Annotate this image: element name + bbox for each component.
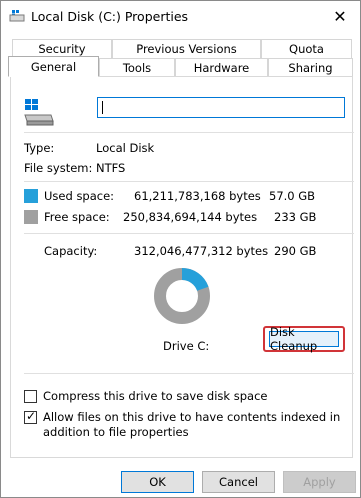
tab-sharing[interactable]: Sharing bbox=[268, 58, 353, 77]
divider bbox=[24, 132, 354, 133]
capacity-label: Capacity: bbox=[44, 244, 98, 258]
type-value: Local Disk bbox=[96, 141, 155, 155]
tab-general[interactable]: General bbox=[8, 56, 99, 77]
drive-large-icon bbox=[23, 97, 55, 130]
apply-button[interactable]: Apply bbox=[283, 471, 356, 493]
ok-button[interactable]: OK bbox=[121, 471, 194, 493]
tab-hardware[interactable]: Hardware bbox=[175, 58, 268, 77]
used-space-label: Used space: bbox=[44, 189, 115, 203]
cancel-button[interactable]: Cancel bbox=[202, 471, 275, 493]
drive-icon bbox=[9, 8, 25, 24]
usage-donut-chart bbox=[154, 268, 210, 324]
window-title: Local Disk (C:) Properties bbox=[31, 9, 189, 24]
index-label: Allow files on this drive to have conten… bbox=[43, 410, 341, 439]
capacity-gb: 290 GB bbox=[274, 244, 317, 258]
text-caret bbox=[102, 101, 103, 114]
used-space-gb: 57.0 GB bbox=[269, 189, 316, 203]
close-button[interactable]: ✕ bbox=[320, 1, 360, 31]
type-label: Type: bbox=[24, 141, 55, 155]
index-checkbox[interactable]: ✓ bbox=[24, 409, 37, 424]
checkmark-icon: ✓ bbox=[26, 409, 37, 423]
compress-checkbox[interactable] bbox=[24, 390, 37, 403]
properties-window: Local Disk (C:) Properties ✕ Security Pr… bbox=[0, 0, 361, 498]
file-system-value: NTFS bbox=[96, 161, 126, 175]
capacity-bytes: 312,046,477,312 bytes bbox=[134, 244, 269, 258]
divider bbox=[24, 373, 354, 374]
tab-quota[interactable]: Quota bbox=[261, 39, 352, 58]
used-space-swatch bbox=[24, 189, 38, 203]
tab-previous-versions[interactable]: Previous Versions bbox=[112, 39, 261, 58]
title-bar: Local Disk (C:) Properties ✕ bbox=[1, 1, 360, 31]
free-space-swatch bbox=[24, 210, 38, 224]
close-icon: ✕ bbox=[333, 6, 347, 26]
divider bbox=[24, 181, 354, 182]
disk-cleanup-button[interactable]: Disk Cleanup bbox=[269, 325, 339, 353]
disk-cleanup-highlight: Disk Cleanup bbox=[263, 325, 345, 353]
compress-label: Compress this drive to save disk space bbox=[43, 389, 268, 403]
free-space-gb: 233 GB bbox=[274, 210, 317, 224]
general-panel: Type: Local Disk File system: NTFS Used … bbox=[10, 76, 354, 458]
divider bbox=[24, 233, 354, 234]
drive-name-input[interactable] bbox=[97, 97, 345, 118]
free-space-label: Free space: bbox=[44, 210, 110, 224]
drive-label: Drive C: bbox=[163, 339, 210, 353]
free-space-bytes: 250,834,694,144 bytes bbox=[123, 210, 258, 224]
used-space-bytes: 61,211,783,168 bytes bbox=[134, 189, 261, 203]
file-system-label: File system: bbox=[24, 161, 93, 175]
tab-tools[interactable]: Tools bbox=[99, 58, 175, 77]
